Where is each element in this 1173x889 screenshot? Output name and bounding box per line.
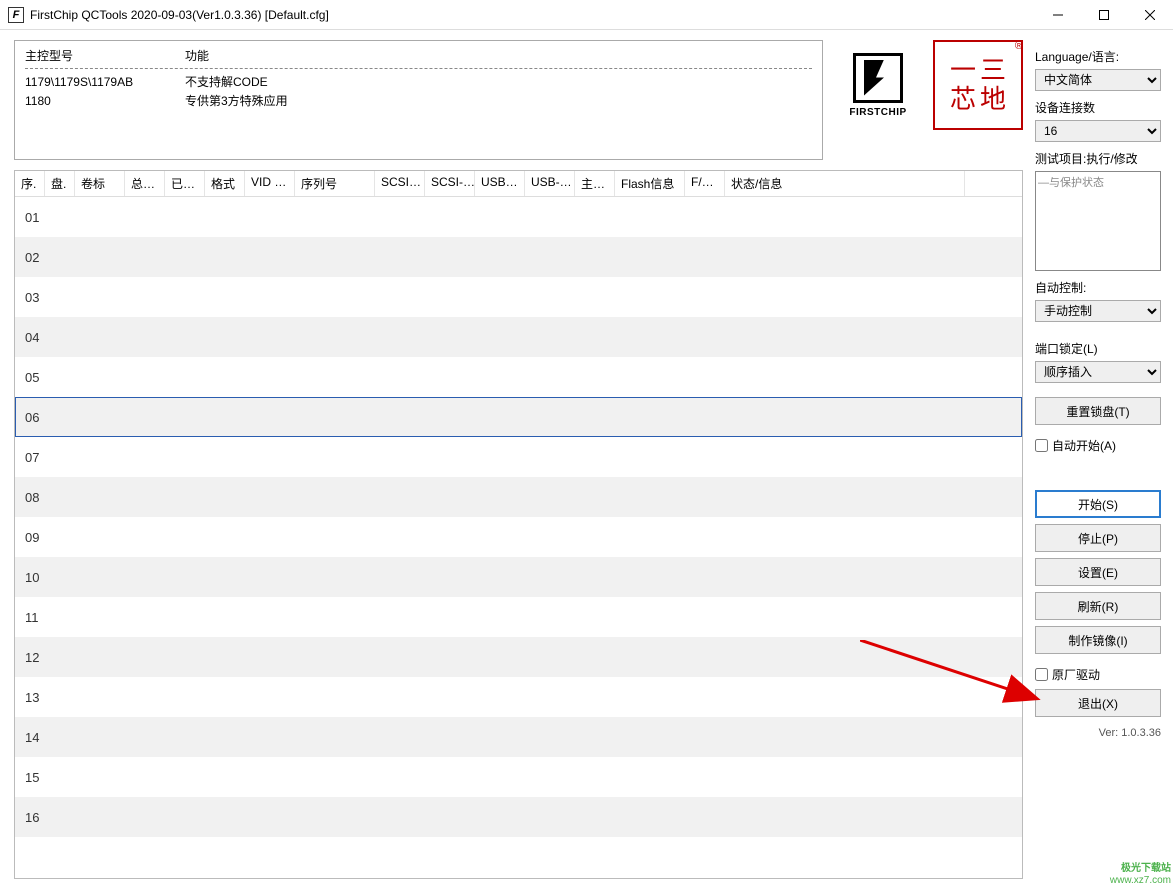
table-row[interactable]: 09 [15, 517, 1022, 557]
table-row[interactable]: 03 [15, 277, 1022, 317]
column-header[interactable]: 盘. [45, 171, 75, 196]
factory-driver-checkbox[interactable]: 原厂驱动 [1035, 666, 1161, 683]
table-row[interactable]: 16 [15, 797, 1022, 837]
exit-button[interactable]: 退出(X) [1035, 689, 1161, 717]
portlock-select[interactable]: 顺序插入 [1035, 361, 1161, 383]
app-icon: F [8, 7, 24, 23]
column-header[interactable]: VID … [245, 171, 295, 196]
factory-driver-input[interactable] [1035, 668, 1048, 681]
table-row[interactable]: 08 [15, 477, 1022, 517]
info-model: 1179\1179S\1179AB [25, 73, 185, 92]
column-header[interactable]: 主… [575, 171, 615, 196]
firstchip-logo: FIRSTCHIP [833, 40, 923, 130]
column-header[interactable]: SCSI… [375, 171, 425, 196]
table-row[interactable]: 01 [15, 197, 1022, 237]
stop-button[interactable]: 停止(P) [1035, 524, 1161, 552]
column-header[interactable]: F/… [685, 171, 725, 196]
refresh-button[interactable]: 刷新(R) [1035, 592, 1161, 620]
table-row[interactable]: 02 [15, 237, 1022, 277]
column-header[interactable]: USB… [475, 171, 525, 196]
table-row[interactable]: 07 [15, 437, 1022, 477]
close-button[interactable] [1127, 0, 1173, 29]
logos: FIRSTCHIP ® 一三芯地 [833, 40, 1023, 160]
language-select[interactable]: 中文简体 [1035, 69, 1161, 91]
portlock-label: 端口锁定(L) [1035, 340, 1161, 357]
testitems-list[interactable]: —与保护状态 [1035, 171, 1161, 271]
devcount-select[interactable]: 16 [1035, 120, 1161, 142]
start-button[interactable]: 开始(S) [1035, 490, 1161, 518]
watermark: 极光下载站 www.xz7.com [1110, 863, 1171, 887]
window-title: FirstChip QCTools 2020-09-03(Ver1.0.3.36… [30, 8, 1035, 22]
titlebar: F FirstChip QCTools 2020-09-03(Ver1.0.3.… [0, 0, 1173, 30]
column-header[interactable]: 总… [125, 171, 165, 196]
autoctrl-label: 自动控制: [1035, 279, 1161, 296]
table-row[interactable]: 14 [15, 717, 1022, 757]
autostart-checkbox[interactable]: 自动开始(A) [1035, 437, 1161, 454]
column-header[interactable]: 序列号 [295, 171, 375, 196]
grid-body[interactable]: 01020304050607080910111213141516 [15, 197, 1022, 878]
column-header[interactable]: 格式 [205, 171, 245, 196]
settings-button[interactable]: 设置(E) [1035, 558, 1161, 586]
column-header[interactable]: 卷标 [75, 171, 125, 196]
info-header-func: 功能 [185, 47, 209, 66]
table-row[interactable]: 13 [15, 677, 1022, 717]
side-panel: Language/语言: 中文简体 设备连接数 16 测试项目:执行/修改 —与… [1023, 30, 1173, 889]
make-image-button[interactable]: 制作镜像(I) [1035, 626, 1161, 654]
column-header[interactable]: Flash信息 [615, 171, 685, 196]
device-grid: 序.盘.卷标总…已…格式VID …序列号SCSI…SCSI-…USB…USB-…… [14, 170, 1023, 879]
info-func: 专供第3方特殊应用 [185, 92, 288, 111]
language-label: Language/语言: [1035, 48, 1161, 65]
version-label: Ver: 1.0.3.36 [1035, 727, 1161, 739]
devcount-label: 设备连接数 [1035, 99, 1161, 116]
column-header[interactable]: 已… [165, 171, 205, 196]
testitems-label: 测试项目:执行/修改 [1035, 150, 1161, 167]
table-row[interactable]: 15 [15, 757, 1022, 797]
info-header-model: 主控型号 [25, 47, 185, 66]
grid-header: 序.盘.卷标总…已…格式VID …序列号SCSI…SCSI-…USB…USB-…… [15, 171, 1022, 197]
column-header[interactable]: SCSI-… [425, 171, 475, 196]
column-header[interactable]: 状态/信息 [725, 171, 965, 196]
maximize-button[interactable] [1081, 0, 1127, 29]
window-controls [1035, 0, 1173, 29]
autostart-input[interactable] [1035, 439, 1048, 452]
column-header[interactable]: 序. [15, 171, 45, 196]
table-row[interactable]: 05 [15, 357, 1022, 397]
column-header[interactable]: USB-… [525, 171, 575, 196]
info-func: 不支持解CODE [185, 73, 268, 92]
seal-logo: ® 一三芯地 [933, 40, 1023, 130]
minimize-button[interactable] [1035, 0, 1081, 29]
table-row[interactable]: 10 [15, 557, 1022, 597]
reset-lock-button[interactable]: 重置锁盘(T) [1035, 397, 1161, 425]
table-row[interactable]: 11 [15, 597, 1022, 637]
info-model: 1180 [25, 92, 185, 111]
main-panel: 主控型号 功能 1179\1179S\1179AB不支持解CODE1180专供第… [0, 30, 1023, 889]
table-row[interactable]: 12 [15, 637, 1022, 677]
controller-info-box: 主控型号 功能 1179\1179S\1179AB不支持解CODE1180专供第… [14, 40, 823, 160]
table-row[interactable]: 04 [15, 317, 1022, 357]
table-row[interactable]: 06 [15, 397, 1022, 437]
autoctrl-select[interactable]: 手动控制 [1035, 300, 1161, 322]
